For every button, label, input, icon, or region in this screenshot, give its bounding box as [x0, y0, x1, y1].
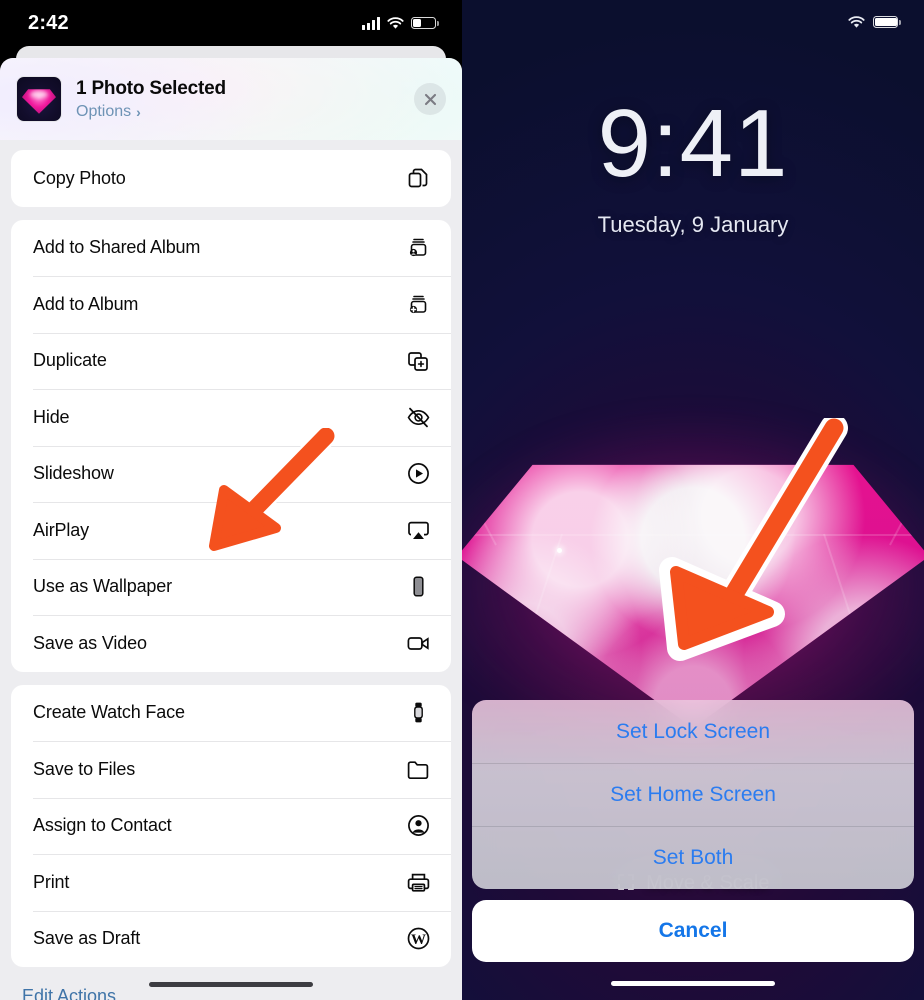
add-to-album-icon: [403, 289, 433, 319]
list-item-label: Add to Album: [33, 293, 139, 314]
list-item-label: Hide: [33, 406, 70, 427]
duplicate-icon: [403, 346, 433, 376]
list-item-duplicate[interactable]: Duplicate: [11, 332, 451, 390]
home-indicator: [611, 980, 775, 986]
list-item-use-as-wallpaper[interactable]: Use as Wallpaper: [11, 558, 451, 616]
list-item-add-to-shared-album[interactable]: Add to Shared Album: [11, 220, 451, 277]
right-status-bar: [462, 0, 924, 44]
iphone-icon: [403, 572, 433, 602]
list-item-label: Assign to Contact: [33, 815, 172, 836]
apple-watch-icon: [403, 698, 433, 728]
chevron-right-icon: ›: [136, 103, 141, 120]
battery-icon: [873, 15, 901, 29]
video-camera-icon: [403, 628, 433, 658]
list-item-create-watch-face[interactable]: Create Watch Face: [11, 685, 451, 742]
action-group-1: Copy Photo: [11, 150, 451, 207]
list-item-copy-photo[interactable]: Copy Photo: [11, 150, 451, 207]
cancel-label: Cancel: [658, 919, 728, 942]
list-item-label: Duplicate: [33, 350, 107, 371]
list-item-label: Add to Shared Album: [33, 237, 201, 258]
home-indicator: [149, 981, 313, 987]
gem-thumbnail-shape: [22, 89, 56, 114]
options-link[interactable]: Options ›: [76, 103, 141, 121]
action-group-2: Add to Shared Album Add to Album Duplica…: [11, 219, 451, 672]
list-item-hide[interactable]: Hide: [11, 389, 451, 446]
status-bar-time: 2:42: [28, 11, 69, 34]
list-item-label: Slideshow: [33, 463, 114, 484]
left-status-bar: 2:42: [0, 0, 462, 46]
close-icon: [424, 93, 436, 105]
list-item-print[interactable]: Print: [11, 854, 451, 911]
printer-icon: [403, 867, 433, 897]
share-header-text: 1 Photo Selected Options ›: [76, 78, 414, 121]
action-set-home-screen[interactable]: Set Home Screen: [472, 763, 914, 826]
status-bar-indicators: [362, 16, 439, 30]
list-item-label: Create Watch Face: [33, 702, 185, 723]
list-item-assign-to-contact[interactable]: Assign to Contact: [11, 797, 451, 855]
eye-slash-icon: [403, 402, 433, 432]
list-item-add-to-album[interactable]: Add to Album: [11, 276, 451, 333]
share-sheet: 1 Photo Selected Options › Copy Photo Ad…: [0, 58, 462, 1000]
wordpress-icon: W: [403, 924, 433, 954]
list-item-label: Save as Draft: [33, 928, 141, 949]
action-label: Set Both: [652, 845, 734, 869]
page-title: 1 Photo Selected: [76, 77, 226, 99]
action-set-both[interactable]: Set Both: [472, 826, 914, 889]
cellular-signal-icon: [362, 16, 380, 30]
cancel-button[interactable]: Cancel: [472, 900, 914, 962]
play-circle-icon: [403, 459, 433, 489]
list-item-save-to-files[interactable]: Save to Files: [11, 741, 451, 798]
battery-icon: [411, 16, 439, 30]
list-item-label: Save to Files: [33, 758, 136, 779]
wifi-icon: [848, 15, 865, 29]
list-item-label: Print: [33, 871, 70, 892]
action-set-lock-screen[interactable]: Set Lock Screen: [472, 700, 914, 763]
photo-thumbnail[interactable]: [16, 76, 62, 122]
left-phone-panel: 2:42 1 Photo Selected Options › Copy Pho…: [0, 0, 462, 1000]
svg-text:W: W: [411, 932, 426, 948]
lock-screen-clock: 9:41: [597, 90, 789, 197]
list-item-label: Use as Wallpaper: [33, 576, 172, 597]
share-sheet-header: 1 Photo Selected Options ›: [0, 58, 462, 140]
list-item-save-as-draft[interactable]: Save as Draft W: [11, 910, 451, 968]
share-sheet-action-list: Copy Photo Add to Shared Album Add to Al…: [0, 140, 462, 1000]
screenshot-stage: 2:42 1 Photo Selected Options › Copy Pho…: [0, 0, 924, 1000]
list-item-label: Copy Photo: [33, 167, 126, 188]
list-item-save-as-video[interactable]: Save as Video: [11, 615, 451, 672]
list-item-label: Save as Video: [33, 632, 147, 653]
list-item-airplay[interactable]: AirPlay: [11, 502, 451, 559]
wallpaper-action-sheet: Set Lock Screen Set Home Screen Set Both: [472, 700, 914, 889]
copy-icon: [403, 163, 433, 193]
folder-icon: [403, 754, 433, 784]
options-label: Options: [76, 102, 132, 120]
airplay-icon: [403, 515, 433, 545]
action-label: Set Home Screen: [610, 782, 776, 806]
list-item-label: AirPlay: [33, 519, 89, 540]
close-button[interactable]: [414, 83, 446, 115]
lock-screen-date: Tuesday, 9 January: [597, 212, 789, 237]
sparkle-icon: [557, 548, 562, 553]
shared-album-icon: [403, 233, 433, 263]
person-circle-icon: [403, 811, 433, 841]
list-item-slideshow[interactable]: Slideshow: [11, 445, 451, 503]
action-label: Set Lock Screen: [615, 719, 771, 743]
right-phone-panel: 9:41 Tuesday, 9 January Move & Scale: [462, 0, 924, 1000]
wifi-icon: [387, 16, 404, 30]
action-group-3: Create Watch Face Save to Files Assign t…: [11, 684, 451, 968]
